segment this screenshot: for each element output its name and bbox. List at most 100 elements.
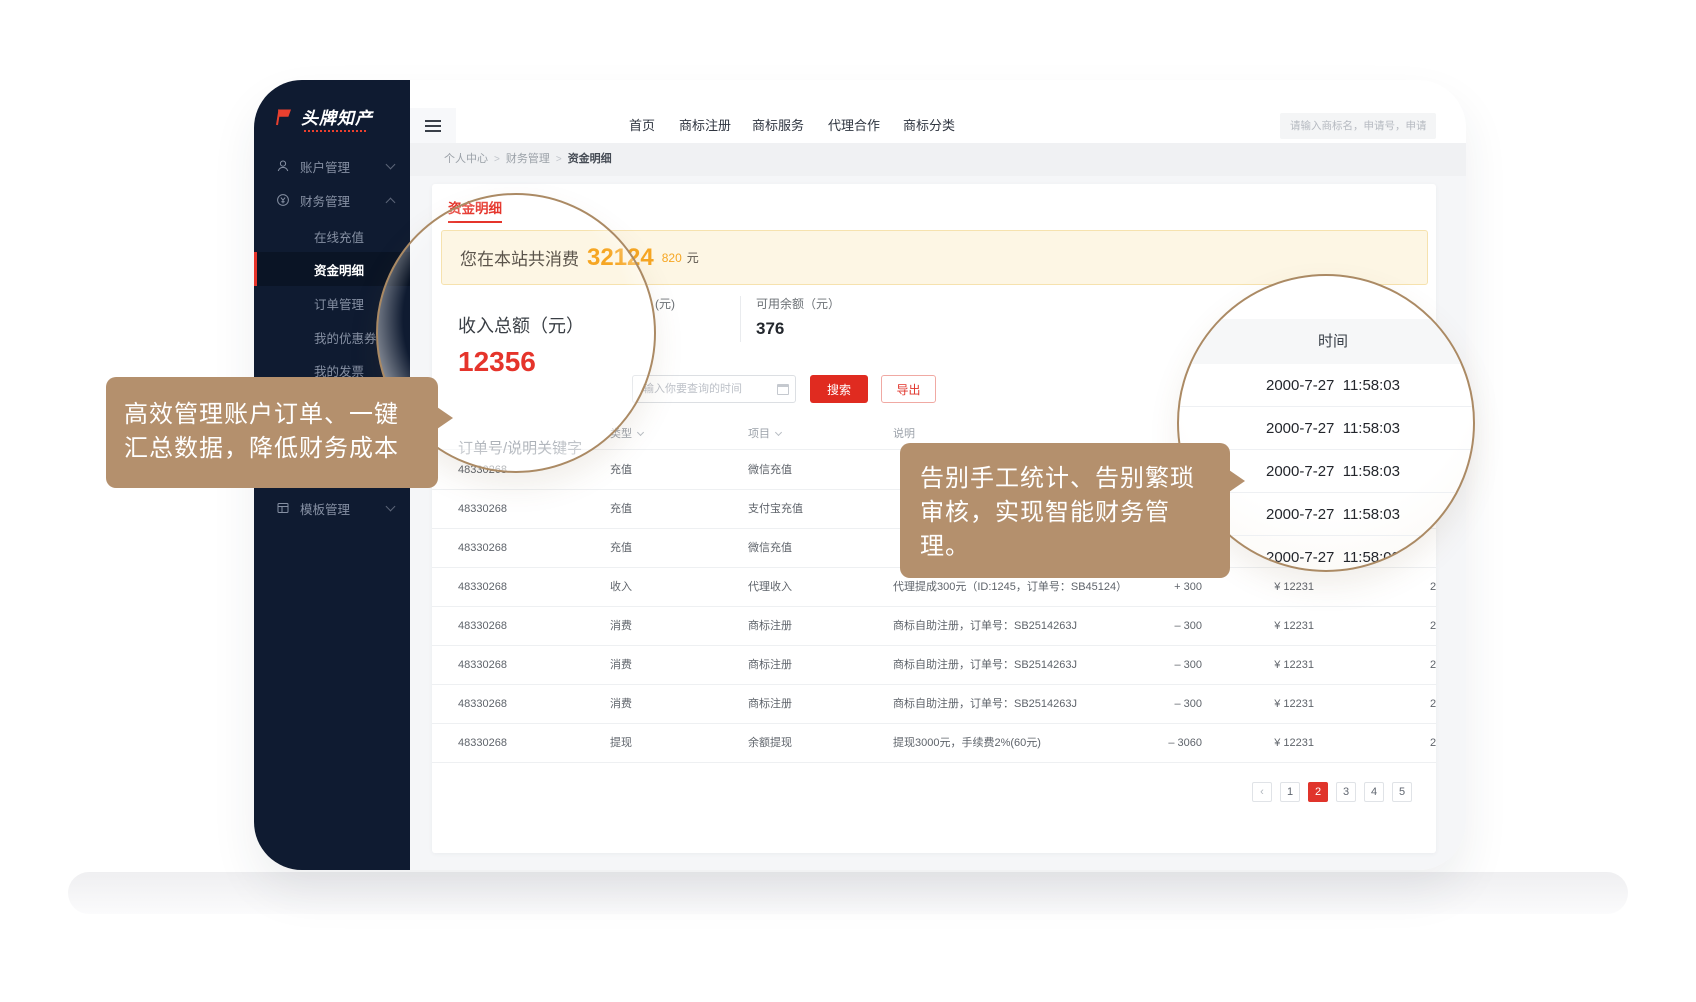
cell-desc: 提现3000元，手续费2%(60元) (893, 724, 1041, 763)
cell-type: 提现 (610, 724, 632, 763)
page: 头牌知产 账户管理财务管理在线充值资金明细订单管理我的优惠券我的发票模板管理 首… (0, 0, 1696, 1002)
callout-left-body: 高效管理账户订单、一键汇总数据，降低财务成本 (124, 398, 438, 466)
callout-line: 理。 (920, 530, 1230, 564)
breadcrumb-part: 个人中心 (444, 153, 488, 165)
cell-time: 2000-7-27 11:58:03 (1430, 646, 1436, 685)
cell-type: 消费 (610, 646, 632, 685)
callout-left: 高效管理账户订单、一键汇总数据，降低财务成本 (106, 377, 438, 488)
callout-left-arrow-icon (437, 407, 453, 429)
sidebar-item-orders[interactable]: 订单管理 (254, 286, 410, 320)
pagination-page-2[interactable]: 2 (1308, 782, 1328, 802)
nav-item-4[interactable]: 商标分类 (903, 108, 955, 143)
cell-order-no: 48330268 (458, 490, 507, 529)
cell-time: 2000-7-27 11:58:03 (1430, 607, 1436, 646)
breadcrumb-separator: > (494, 154, 500, 165)
chevron-down-icon (386, 501, 396, 511)
user-icon (276, 159, 290, 173)
trademark-search-input[interactable] (1280, 113, 1436, 139)
cell-order-no: 48330268 (458, 685, 507, 724)
breadcrumb: 个人中心 > 财务管理 > 资金明细 (410, 143, 1466, 176)
cell-type: 充值 (610, 490, 632, 529)
cell-type: 充值 (610, 529, 632, 568)
cell-project: 微信充值 (748, 451, 792, 490)
cell-amount: – 300 (1112, 685, 1202, 724)
sidebar-item-fund-detail[interactable]: 资金明细 (254, 252, 410, 286)
table-row: 48330268 提现 余额提现 提现3000元，手续费2%(60元) – 3060 ¥ … (432, 724, 1436, 763)
cell-project: 代理收入 (748, 568, 792, 607)
sidebar-item-label: 资金明细 (314, 260, 364, 279)
pagination-page-4[interactable]: 4 (1364, 782, 1384, 802)
sidebar-item-label: 订单管理 (314, 294, 364, 313)
cell-balance: ¥ 12231 (1232, 685, 1314, 724)
cell-order-no: 48330268 (458, 646, 507, 685)
cell-order-no: 48330268 (458, 607, 507, 646)
callout-right-arrow-icon (1229, 470, 1245, 492)
cell-time: 2000-7-27 11:58:03 (1430, 568, 1436, 607)
nav-item-3[interactable]: 代理合作 (828, 108, 880, 143)
pagination-page-1[interactable]: 1 (1280, 782, 1300, 802)
callout-right: 告别手工统计、告别繁琐审核，实现智能财务管理。 (900, 443, 1230, 578)
cell-order-no: 48330268 (458, 568, 507, 607)
cell-balance: ¥ 12231 (1232, 568, 1314, 607)
sidebar-item-coupons[interactable]: 我的优惠券 (254, 320, 410, 354)
sidebar-item-recharge[interactable]: 在线充值 (254, 219, 410, 253)
sidebar-item-label: 财务管理 (300, 191, 350, 210)
brand-tagline (304, 130, 366, 132)
lens-time-row: 2000-7-27 11:58:03 (1179, 364, 1473, 407)
sidebar-item-templates[interactable]: 模板管理 (254, 491, 410, 525)
cell-type: 消费 (610, 607, 632, 646)
sidebar-item-label: 模板管理 (300, 499, 350, 518)
cell-balance: ¥ 12231 (1232, 724, 1314, 763)
callout-line: 汇总数据，降低财务成本 (124, 432, 438, 466)
chevron-down-icon (386, 159, 396, 169)
cell-balance: ¥ 12231 (1232, 646, 1314, 685)
sidebar-item-label: 我的优惠券 (314, 328, 377, 347)
cell-type: 消费 (610, 685, 632, 724)
template-icon (276, 501, 290, 515)
nav-item-0[interactable]: 首页 (629, 108, 655, 143)
sidebar-item-account[interactable]: 账户管理 (254, 149, 410, 183)
cell-type: 充值 (610, 451, 632, 490)
callout-right-body: 告别手工统计、告别繁琐审核，实现智能财务管理。 (920, 462, 1230, 564)
menu-toggle-button[interactable] (410, 108, 456, 143)
pagination-page-3[interactable]: 3 (1336, 782, 1356, 802)
cell-time: 2000-7-27 11:58:03 (1430, 685, 1436, 724)
cell-amount: – 300 (1112, 646, 1202, 685)
cell-desc: 商标自助注册，订单号：SB2514263J (893, 646, 1077, 685)
cell-project: 商标注册 (748, 607, 792, 646)
pagination: ‹ 12345 (1252, 782, 1412, 802)
chevron-up-icon (386, 197, 396, 207)
cell-amount: – 300 (1112, 607, 1202, 646)
table-row: 48330268消费商标注册商标自助注册，订单号：SB2514263J– 300… (432, 607, 1436, 646)
cell-order-no: 48330268 (458, 451, 507, 490)
hamburger-icon (425, 120, 441, 132)
sidebar-item-label: 在线充值 (314, 227, 364, 246)
breadcrumb-part: 资金明细 (568, 153, 612, 165)
cell-amount: – 3060 (1112, 724, 1202, 763)
time-column-header: 时间 (1179, 319, 1473, 364)
cell-order-no: 48330268 (458, 529, 507, 568)
nav-item-1[interactable]: 商标注册 (679, 108, 731, 143)
breadcrumb-separator: > (556, 154, 562, 165)
breadcrumb-part: 财务管理 (506, 153, 550, 165)
cell-project: 余额提现 (748, 724, 792, 763)
laptop-base (68, 872, 1628, 914)
cell-project: 商标注册 (748, 685, 792, 724)
cell-time: 2000-7-27 11:58:03 (1430, 724, 1436, 763)
sidebar-item-finance[interactable]: 财务管理 (254, 183, 410, 217)
pagination-page-5[interactable]: 5 (1392, 782, 1412, 802)
cell-balance: ¥ 12231 (1232, 607, 1314, 646)
table-row: 48330268消费商标注册商标自助注册，订单号：SB2514263J– 300… (432, 646, 1436, 685)
cell-order-no: 48330268 (458, 724, 507, 763)
brand-flag-icon (274, 107, 294, 127)
cell-project: 支付宝充值 (748, 490, 803, 529)
cell-project: 微信充值 (748, 529, 792, 568)
callout-line: 审核，实现智能财务管 (920, 496, 1230, 530)
top-bar: 首页商标注册商标服务代理合作商标分类 (410, 108, 1466, 143)
logo[interactable]: 头牌知产 (274, 104, 373, 129)
nav-item-2[interactable]: 商标服务 (752, 108, 804, 143)
pagination-prev-button[interactable]: ‹ (1252, 782, 1272, 802)
finance-icon (276, 193, 290, 207)
sidebar-item-label: 账户管理 (300, 157, 350, 176)
callout-line: 告别手工统计、告别繁琐 (920, 462, 1230, 496)
